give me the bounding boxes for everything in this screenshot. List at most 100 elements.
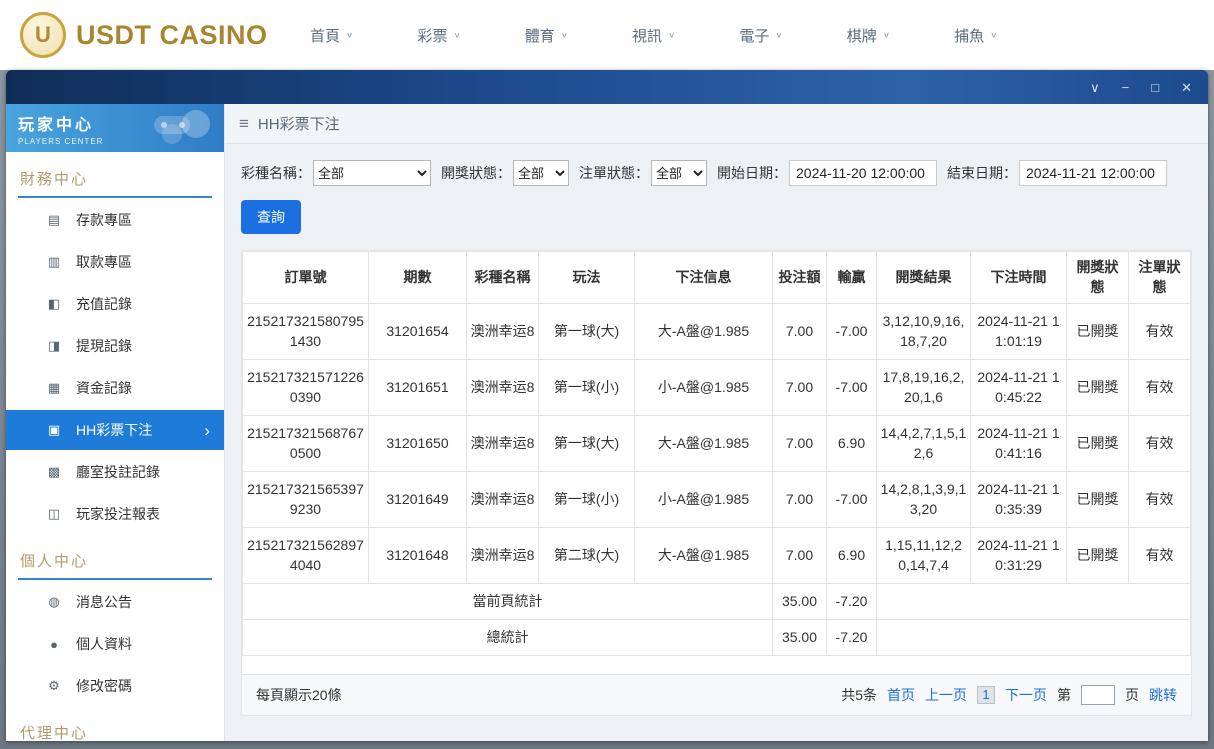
page-title: HH彩票下注 <box>257 116 340 133</box>
chevron-down-icon: ∨ <box>346 30 354 40</box>
table-cell: 澳洲幸运8 <box>466 358 539 416</box>
table-cell: 第一球(小) <box>538 358 635 416</box>
column-header: 訂單號 <box>242 251 369 304</box>
current-page-indicator[interactable]: 1 <box>977 685 995 704</box>
sidebar-item[interactable]: ● 個人資料 <box>6 624 224 664</box>
player-center-window: ∨ − □ ✕ 玩家中心 PLAYERS CENTER 財務中心 ▤ 存款專區 ▥ 取款專區 ◧… <box>6 70 1208 741</box>
nav-item-1[interactable]: 彩票 ∨ <box>417 25 460 46</box>
lottery-name-select[interactable]: 全部 <box>313 160 431 186</box>
next-page-link[interactable]: 下一页 <box>1005 685 1047 705</box>
column-header: 注單狀態 <box>1128 251 1191 304</box>
summary-empty-cell <box>876 618 1191 656</box>
sidebar-item[interactable]: ▩ 廳室投註記錄 <box>6 452 224 492</box>
start-date-input[interactable] <box>789 160 937 186</box>
table-cell: 已開獎 <box>1066 526 1129 584</box>
chevron-down-icon: ∨ <box>882 30 891 40</box>
table-cell: 7.00 <box>772 414 827 472</box>
table-row: 2152173215687670500 31201650 澳洲幸运8 第一球(大) 大-… <box>242 414 1191 472</box>
table-cell: 澳洲幸运8 <box>466 470 539 528</box>
summary-empty-cell <box>876 582 1191 620</box>
search-button[interactable]: 查詢 <box>241 200 301 234</box>
sidebar-header: 玩家中心 PLAYERS CENTER <box>6 104 224 152</box>
table-body: 2152173215807951430 31201654 澳洲幸运8 第一球(大) 大-… <box>242 302 1191 656</box>
table-cell: 已開獎 <box>1066 302 1129 360</box>
column-header: 下注信息 <box>634 251 773 304</box>
bets-table: 訂單號 期數 彩種名稱 玩法 下注信息 投注額 輸贏 開獎結果 下注時間 開獎狀態 注單狀態 215… <box>242 251 1191 656</box>
column-header: 輸贏 <box>826 251 877 304</box>
table-cell: 31201651 <box>368 358 467 416</box>
funds-record-icon: ▦ <box>47 380 61 395</box>
goto-page-button[interactable]: 跳转 <box>1149 685 1177 705</box>
top-navbar: U USDT CASINO 首頁 ∨ 彩票 ∨ 體育 ∨ 視訊 ∨ 電子 ∨ 棋牌 ∨ 捕魚 ∨ <box>0 0 1214 70</box>
sidebar-item[interactable]: ▦ 資金記錄 <box>6 368 224 408</box>
sidebar-item-label: 廳室投註記錄 <box>76 464 160 480</box>
window-titlebar: ∨ − □ ✕ <box>6 70 1208 104</box>
table-row: 2152173215653979230 31201649 澳洲幸运8 第一球(小) 小-… <box>242 470 1191 528</box>
table-cell: 2152173215653979230 <box>242 470 369 528</box>
end-date-input[interactable] <box>1019 160 1167 186</box>
first-page-link[interactable]: 首页 <box>887 685 915 705</box>
main-content: ≡ HH彩票下注 彩種名稱： 全部 開獎狀態： 全部 注單狀態： 全部 開始日期… <box>225 104 1208 741</box>
table-cell: 已開獎 <box>1066 358 1129 416</box>
table-cell: 澳洲幸运8 <box>466 302 539 360</box>
sidebar-item[interactable]: ▤ 存款專區 <box>6 200 224 240</box>
table-cell: 已開獎 <box>1066 470 1129 528</box>
column-header: 開獎狀態 <box>1066 251 1129 304</box>
close-icon[interactable]: ✕ <box>1181 81 1192 94</box>
nav-item-label: 首頁 <box>310 27 341 45</box>
summary-row: 當前頁統計 35.00 -7.20 <box>242 582 1191 620</box>
nav-item-2[interactable]: 體育 ∨ <box>525 25 568 46</box>
table-cell: 第二球(大) <box>538 526 635 584</box>
nav-item-3[interactable]: 視訊 ∨ <box>632 25 675 46</box>
prev-page-link[interactable]: 上一页 <box>925 685 967 705</box>
summary-label: 當前頁統計 <box>242 582 773 620</box>
sidebar-menu: 財務中心 ▤ 存款專區 ▥ 取款專區 ◧ 充值記錄 ◨ 提現記錄 ▦ 資金記錄 ▣ HH彩票下注 › ▩ 廳室… <box>6 152 224 741</box>
sidebar-item[interactable]: ◧ 充值記錄 <box>6 284 224 324</box>
sidebar-section-title: 代理中心 <box>18 706 212 741</box>
brand[interactable]: U USDT CASINO <box>20 12 270 58</box>
order-status-select[interactable]: 全部 <box>651 160 707 186</box>
summary-winloss: -7.20 <box>826 582 877 620</box>
sidebar-item[interactable]: ⚙ 修改密碼 <box>6 666 224 706</box>
table-cell: 2024-11-21 11:01:19 <box>970 302 1067 360</box>
table-cell: 14,2,8,1,3,9,13,20 <box>876 470 971 528</box>
minimize-icon[interactable]: − <box>1122 81 1130 94</box>
column-header: 期數 <box>368 251 467 304</box>
draw-status-select[interactable]: 全部 <box>513 160 569 186</box>
player-report-icon: ◫ <box>47 506 61 521</box>
table-cell: 2152173215712260390 <box>242 358 369 416</box>
sidebar-item[interactable]: ◫ 玩家投注報表 <box>6 494 224 534</box>
sidebar-item-label: 玩家投注報表 <box>76 506 160 522</box>
nav-item-5[interactable]: 棋牌 ∨ <box>847 25 890 46</box>
nav-item-0[interactable]: 首頁 ∨ <box>310 25 353 46</box>
table-cell: 大-A盤@1.985 <box>634 414 773 472</box>
window-controls: ∨ − □ ✕ <box>1090 81 1192 94</box>
pagination: 共5条 首页 上一页 1 下一页 第 页 跳转 <box>841 684 1177 705</box>
table-cell: 7.00 <box>772 470 827 528</box>
table-cell: 7.00 <box>772 358 827 416</box>
sidebar-item[interactable]: ◍ 消息公告 <box>6 582 224 622</box>
profile-icon: ● <box>50 636 58 652</box>
table-cell: 17,8,19,16,2,20,1,6 <box>876 358 971 416</box>
summary-bet-amount: 35.00 <box>772 582 827 620</box>
table-header-row: 訂單號 期數 彩種名稱 玩法 下注信息 投注額 輸贏 開獎結果 下注時間 開獎狀態 注單狀態 <box>242 251 1191 304</box>
sidebar-item[interactable]: ◨ 提現記錄 <box>6 326 224 366</box>
chevron-down-icon: ∨ <box>775 30 783 40</box>
table-cell: 2152173215687670500 <box>242 414 369 472</box>
desktop-background: ∨ − □ ✕ 玩家中心 PLAYERS CENTER 財務中心 ▤ 存款專區 ▥ 取款專區 ◧… <box>0 70 1214 749</box>
sidebar-item[interactable]: ▣ HH彩票下注 › <box>6 410 224 450</box>
maximize-icon[interactable]: □ <box>1151 81 1159 94</box>
nav-item-4[interactable]: 電子 ∨ <box>739 25 782 46</box>
sidebar-item-label: 消息公告 <box>76 594 132 610</box>
sidebar-item-label: 資金記錄 <box>76 380 132 396</box>
chevron-down-icon: ∨ <box>668 30 676 40</box>
table-cell: 2024-11-21 10:45:22 <box>970 358 1067 416</box>
summary-row: 總統計 35.00 -7.20 <box>242 618 1191 656</box>
sidebar-item[interactable]: ▥ 取款專區 <box>6 242 224 282</box>
chevron-down-icon[interactable]: ∨ <box>1090 81 1100 94</box>
nav-item-6[interactable]: 捕魚 ∨ <box>954 25 997 46</box>
table-cell: 有效 <box>1128 358 1191 416</box>
hamburger-icon[interactable]: ≡ <box>239 114 249 134</box>
goto-page-input[interactable] <box>1081 684 1115 705</box>
sidebar-section-title: 個人中心 <box>18 534 212 580</box>
